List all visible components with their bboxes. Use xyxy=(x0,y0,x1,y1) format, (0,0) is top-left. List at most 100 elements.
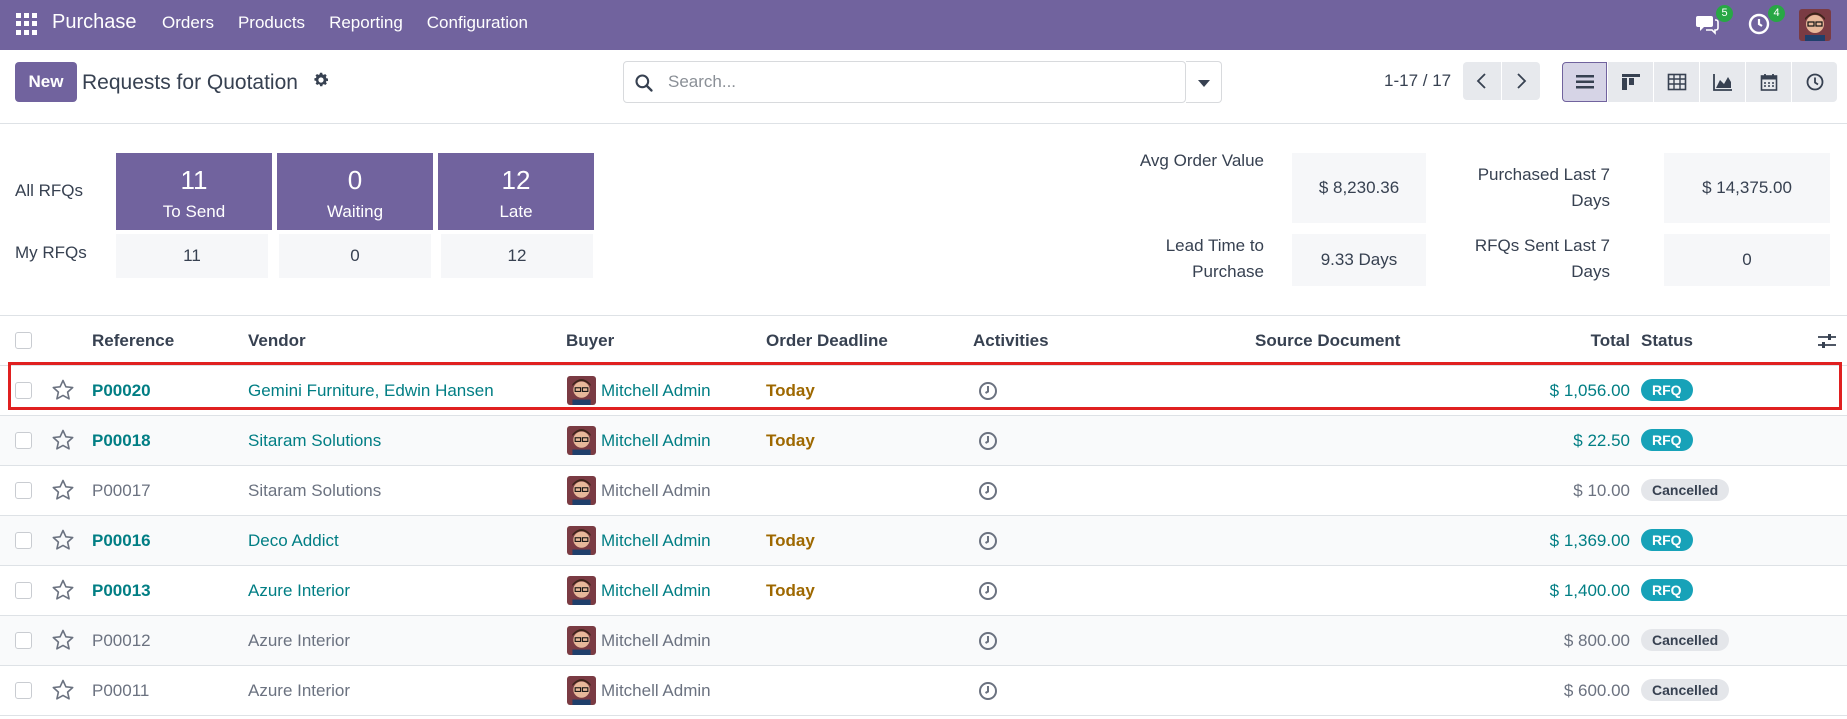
messages-count-badge: 5 xyxy=(1716,5,1733,22)
waiting-count: 0 xyxy=(347,165,363,195)
waiting-tile[interactable]: 0 Waiting xyxy=(277,153,433,230)
my-late-count[interactable]: 12 xyxy=(441,234,593,278)
status-badge: RFQ xyxy=(1641,429,1693,451)
row-reference: P00016 xyxy=(92,531,151,550)
col-vendor[interactable]: Vendor xyxy=(248,331,306,351)
table-row[interactable]: P00020 Gemini Furniture, Edwin Hansen Mitc… xyxy=(0,366,1847,416)
activity-clock-icon[interactable] xyxy=(978,631,998,651)
col-source-document[interactable]: Source Document xyxy=(1255,331,1400,351)
table-row[interactable]: P00012 Azure Interior Mitchell Admin $ 800.… xyxy=(0,616,1847,666)
lead-time-label: Lead Time to Purchase xyxy=(1165,236,1264,281)
star-icon[interactable] xyxy=(51,528,75,552)
pager-next-button[interactable] xyxy=(1502,62,1540,100)
row-reference: P00013 xyxy=(92,581,151,600)
row-checkbox[interactable] xyxy=(15,532,32,549)
graph-icon xyxy=(1712,74,1732,91)
col-total[interactable]: Total xyxy=(1591,331,1630,351)
list-view-button[interactable] xyxy=(1562,62,1607,102)
activities-clock-icon[interactable]: 4 xyxy=(1747,5,1785,38)
row-buyer: Mitchell Admin xyxy=(601,581,711,600)
graph-view-button[interactable] xyxy=(1700,62,1745,102)
star-icon[interactable] xyxy=(51,428,75,452)
menu-reporting[interactable]: Reporting xyxy=(329,13,403,33)
star-icon[interactable] xyxy=(51,378,75,402)
activity-clock-icon[interactable] xyxy=(978,481,998,501)
select-all-checkbox[interactable] xyxy=(15,332,32,349)
user-avatar[interactable] xyxy=(1799,9,1831,41)
column-settings-icon[interactable] xyxy=(1817,332,1837,350)
row-buyer: Mitchell Admin xyxy=(601,531,711,550)
row-buyer: Mitchell Admin xyxy=(601,631,711,650)
row-buyer: Mitchell Admin xyxy=(601,381,711,400)
pager-previous-button[interactable] xyxy=(1463,62,1501,100)
row-vendor: Azure Interior xyxy=(248,681,351,700)
pivot-view-button[interactable] xyxy=(1654,62,1699,102)
apps-menu-icon[interactable] xyxy=(16,13,38,35)
row-checkbox[interactable] xyxy=(15,682,32,699)
lead-time-value: 9.33 Days xyxy=(1292,234,1426,286)
star-icon[interactable] xyxy=(51,628,75,652)
to-send-tile[interactable]: 11 To Send xyxy=(116,153,272,230)
star-icon[interactable] xyxy=(51,578,75,602)
col-activities[interactable]: Activities xyxy=(973,331,1049,351)
activity-clock-icon[interactable] xyxy=(978,581,998,601)
search-options-toggle[interactable] xyxy=(1186,61,1222,103)
pivot-icon xyxy=(1667,73,1686,91)
view-switcher xyxy=(1562,62,1838,102)
col-reference[interactable]: Reference xyxy=(92,331,174,351)
activities-count-badge: 4 xyxy=(1768,5,1785,22)
table-row[interactable]: P00018 Sitaram Solutions Mitchell Admin Tod… xyxy=(0,416,1847,466)
search-input[interactable] xyxy=(668,62,1168,102)
new-button[interactable]: New xyxy=(15,62,77,102)
menu-orders[interactable]: Orders xyxy=(162,13,214,33)
row-checkbox[interactable] xyxy=(15,432,32,449)
col-buyer[interactable]: Buyer xyxy=(566,331,614,351)
row-checkbox[interactable] xyxy=(15,582,32,599)
row-buyer: Mitchell Admin xyxy=(601,681,711,700)
avatar xyxy=(567,576,596,605)
row-reference: P00017 xyxy=(92,481,151,500)
late-tile[interactable]: 12 Late xyxy=(438,153,594,230)
row-reference: P00011 xyxy=(92,681,150,700)
col-status[interactable]: Status xyxy=(1641,331,1693,351)
search-bar xyxy=(623,61,1186,103)
search-icon xyxy=(634,73,654,93)
status-badge: RFQ xyxy=(1641,529,1693,551)
menu-configuration[interactable]: Configuration xyxy=(427,13,528,33)
table-row[interactable]: P00013 Azure Interior Mitchell Admin Today $… xyxy=(0,566,1847,616)
row-checkbox[interactable] xyxy=(15,632,32,649)
table-row[interactable]: P00016 Deco Addict Mitchell Admin Today $ 1,… xyxy=(0,516,1847,566)
kanban-view-button[interactable] xyxy=(1608,62,1653,102)
star-icon[interactable] xyxy=(51,678,75,702)
gear-icon[interactable] xyxy=(312,71,330,89)
star-icon[interactable] xyxy=(51,478,75,502)
activity-view-button[interactable] xyxy=(1792,62,1837,102)
app-name[interactable]: Purchase xyxy=(52,11,137,34)
activity-clock-icon[interactable] xyxy=(978,531,998,551)
row-reference: P00012 xyxy=(92,631,151,650)
row-buyer: Mitchell Admin xyxy=(601,431,711,450)
menu-products[interactable]: Products xyxy=(238,13,305,33)
purchased-last-7-days-label: Purchased Last 7 Days xyxy=(1477,165,1610,210)
col-order-deadline[interactable]: Order Deadline xyxy=(766,331,888,351)
row-checkbox[interactable] xyxy=(15,382,32,399)
activity-clock-icon[interactable] xyxy=(978,681,998,701)
table-row[interactable]: P00017 Sitaram Solutions Mitchell Admin $ 1… xyxy=(0,466,1847,516)
status-badge: Cancelled xyxy=(1641,629,1730,651)
table-row[interactable]: P00011 Azure Interior Mitchell Admin $ 600.… xyxy=(0,666,1847,716)
waiting-label: Waiting xyxy=(326,202,384,221)
row-checkbox[interactable] xyxy=(15,482,32,499)
activity-clock-icon[interactable] xyxy=(978,381,998,401)
avg-order-value: $ 8,230.36 xyxy=(1292,153,1426,223)
my-to-send-count[interactable]: 11 xyxy=(116,234,268,278)
pager-value[interactable]: 1-17 / 17 xyxy=(1384,71,1451,91)
my-waiting-count[interactable]: 0 xyxy=(279,234,431,278)
row-buyer: Mitchell Admin xyxy=(601,481,711,500)
activity-clock-icon[interactable] xyxy=(978,431,998,451)
calendar-view-button[interactable] xyxy=(1746,62,1791,102)
top-navbar: Purchase Orders Products Reporting Confi… xyxy=(0,0,1847,50)
messages-icon[interactable]: 5 xyxy=(1695,5,1733,38)
systray: 5 4 xyxy=(1695,0,1847,50)
row-total: $ 1,369.00 xyxy=(1549,531,1630,550)
row-order-deadline: Today xyxy=(766,381,815,400)
